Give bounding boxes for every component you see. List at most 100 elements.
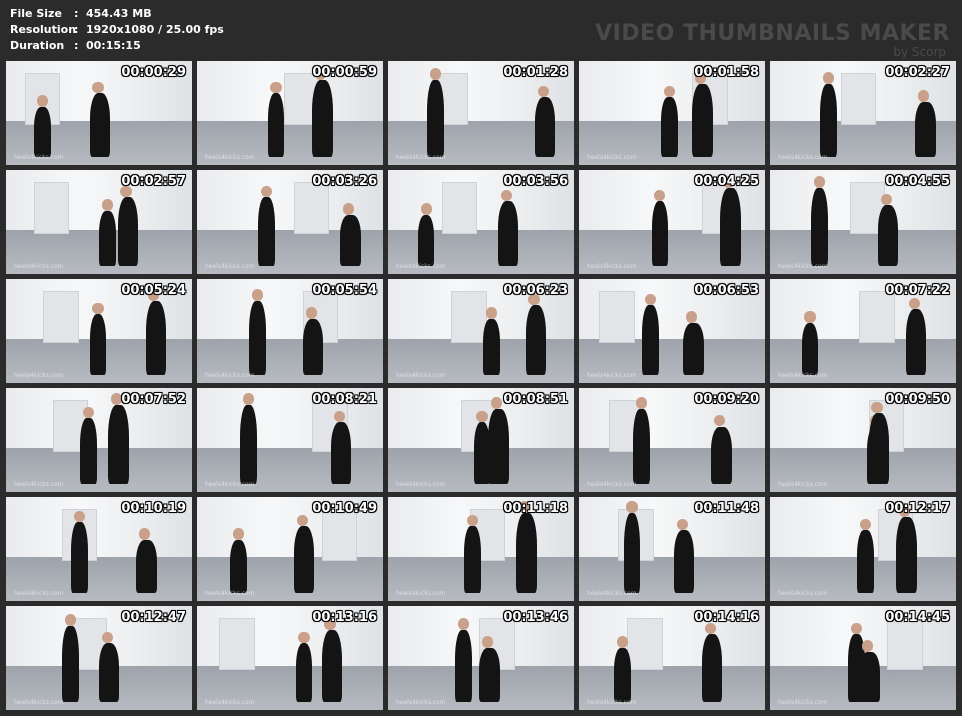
- scene-figure: [80, 418, 98, 484]
- scene-figure: [896, 516, 917, 593]
- thumbnail-timestamp: 00:14:45: [885, 610, 950, 625]
- thumbnail-watermark: heels4kicks.com: [205, 263, 255, 270]
- scene-figure-head: [64, 614, 76, 626]
- scene-door: [859, 291, 895, 344]
- scene-door: [293, 182, 330, 235]
- video-thumbnail[interactable]: heels4kicks.com 00:14:45: [770, 606, 956, 710]
- scene-figure-head: [242, 393, 254, 405]
- scene-figure: [136, 539, 157, 593]
- duration-label: Duration: [10, 39, 65, 52]
- thumbnail-watermark: heels4kicks.com: [205, 699, 255, 706]
- scene-figure: [258, 197, 276, 266]
- info-separator: :: [74, 23, 79, 36]
- thumbnail-watermark: heels4kicks.com: [396, 263, 446, 270]
- scene-figure: [868, 412, 890, 484]
- video-thumbnail[interactable]: heels4kicks.com 00:06:53: [579, 279, 765, 383]
- video-thumbnail[interactable]: heels4kicks.com 00:07:52: [6, 388, 192, 492]
- scene-figure: [239, 404, 257, 484]
- thumbnail-grid: heels4kicks.com 00:00:29 heels4kicks.com 00…: [6, 61, 956, 710]
- resolution-value: 1920x1080 / 25.00 fps: [86, 23, 224, 36]
- video-thumbnail[interactable]: heels4kicks.com 00:11:18: [388, 497, 574, 601]
- scene-figure: [660, 97, 678, 157]
- scene-figure: [701, 634, 723, 702]
- resolution-label: Resolution: [10, 23, 77, 36]
- video-thumbnail[interactable]: heels4kicks.com 00:13:16: [197, 606, 383, 710]
- scene-figure-head: [233, 528, 245, 540]
- thumbnail-timestamp: 00:07:52: [121, 392, 186, 407]
- scene-figure-head: [862, 640, 874, 652]
- scene-figure: [488, 408, 509, 484]
- scene-figure-head: [36, 95, 48, 107]
- video-thumbnail[interactable]: heels4kicks.com 00:07:22: [770, 279, 956, 383]
- scene-figure: [108, 404, 129, 484]
- video-thumbnail[interactable]: heels4kicks.com 00:09:50: [770, 388, 956, 492]
- thumbnail-watermark: heels4kicks.com: [396, 590, 446, 597]
- video-thumbnail[interactable]: heels4kicks.com 00:05:24: [6, 279, 192, 383]
- video-thumbnail[interactable]: heels4kicks.com 00:06:23: [388, 279, 574, 383]
- thumbnail-watermark: heels4kicks.com: [587, 263, 637, 270]
- video-thumbnail[interactable]: heels4kicks.com 00:03:26: [197, 170, 383, 274]
- scene-figure: [61, 625, 79, 702]
- thumbnail-watermark: heels4kicks.com: [778, 263, 828, 270]
- scene-figure-head: [92, 302, 104, 315]
- thumbnail-timestamp: 00:13:16: [312, 610, 377, 625]
- thumbnail-watermark: heels4kicks.com: [205, 590, 255, 597]
- scene-figure-head: [457, 618, 469, 630]
- video-thumbnail[interactable]: heels4kicks.com 00:08:51: [388, 388, 574, 492]
- thumbnail-watermark: heels4kicks.com: [205, 372, 255, 379]
- scene-door: [441, 182, 478, 235]
- scene-figure: [525, 305, 547, 375]
- scene-figure: [89, 93, 111, 157]
- brand-subtitle: by Scorp: [893, 45, 946, 59]
- scene-figure: [632, 408, 650, 484]
- thumbnail-watermark: heels4kicks.com: [14, 590, 64, 597]
- video-thumbnail[interactable]: heels4kicks.com 00:08:21: [197, 388, 383, 492]
- brand-watermark: VIDEO THUMBNAILS MAKER by Scorp: [595, 22, 950, 59]
- scene-figure: [497, 201, 519, 266]
- scene-figure: [692, 83, 713, 157]
- scene-figure-head: [73, 510, 86, 522]
- scene-figure: [417, 214, 435, 266]
- scene-figure-head: [305, 307, 317, 319]
- video-thumbnail[interactable]: heels4kicks.com 00:10:19: [6, 497, 192, 601]
- video-thumbnail[interactable]: heels4kicks.com 00:13:46: [388, 606, 574, 710]
- video-thumbnail[interactable]: heels4kicks.com 00:02:57: [6, 170, 192, 274]
- scene-figure: [321, 629, 343, 702]
- scene-figure-head: [635, 397, 647, 409]
- scene-figure-head: [850, 622, 863, 635]
- video-thumbnail[interactable]: heels4kicks.com 00:04:55: [770, 170, 956, 274]
- scene-figure: [99, 210, 116, 266]
- scene-figure: [267, 93, 285, 157]
- scene-figure-head: [908, 297, 920, 310]
- video-thumbnail[interactable]: heels4kicks.com 00:10:49: [197, 497, 383, 601]
- file-info-panel: File Size : 454.43 MB Resolution : 1920x…: [10, 6, 224, 54]
- thumbnail-timestamp: 00:12:47: [121, 610, 186, 625]
- video-thumbnail[interactable]: heels4kicks.com 00:09:20: [579, 388, 765, 492]
- video-thumbnail[interactable]: heels4kicks.com 00:02:27: [770, 61, 956, 165]
- scene-door: [43, 291, 79, 344]
- scene-figure-head: [476, 410, 488, 423]
- video-thumbnail[interactable]: heels4kicks.com 00:12:17: [770, 497, 956, 601]
- video-thumbnail[interactable]: heels4kicks.com 00:12:47: [6, 606, 192, 710]
- thumbnail-timestamp: 00:00:29: [121, 65, 186, 80]
- video-thumbnail[interactable]: heels4kicks.com 00:01:28: [388, 61, 574, 165]
- thumbnail-timestamp: 00:14:16: [694, 610, 759, 625]
- scene-figure-head: [485, 307, 497, 319]
- thumbnail-watermark: heels4kicks.com: [778, 372, 828, 379]
- scene-figure: [117, 197, 139, 266]
- thumbnail-timestamp: 00:03:56: [503, 174, 568, 189]
- video-thumbnail[interactable]: heels4kicks.com 00:01:58: [579, 61, 765, 165]
- scene-figure: [859, 651, 880, 702]
- video-thumbnail[interactable]: heels4kicks.com 00:05:54: [197, 279, 383, 383]
- scene-figure-head: [880, 193, 892, 206]
- video-thumbnail[interactable]: heels4kicks.com 00:11:48: [579, 497, 765, 601]
- video-thumbnail[interactable]: heels4kicks.com 00:03:56: [388, 170, 574, 274]
- video-thumbnail[interactable]: heels4kicks.com 00:04:25: [579, 170, 765, 274]
- video-thumbnail[interactable]: heels4kicks.com 00:00:59: [197, 61, 383, 165]
- scene-figure-head: [343, 203, 355, 215]
- thumbnail-watermark: heels4kicks.com: [14, 699, 64, 706]
- file-size-value: 454.43 MB: [86, 7, 152, 20]
- scene-figure: [303, 318, 324, 375]
- video-thumbnail[interactable]: heels4kicks.com 00:14:16: [579, 606, 765, 710]
- video-thumbnail[interactable]: heels4kicks.com 00:00:29: [6, 61, 192, 165]
